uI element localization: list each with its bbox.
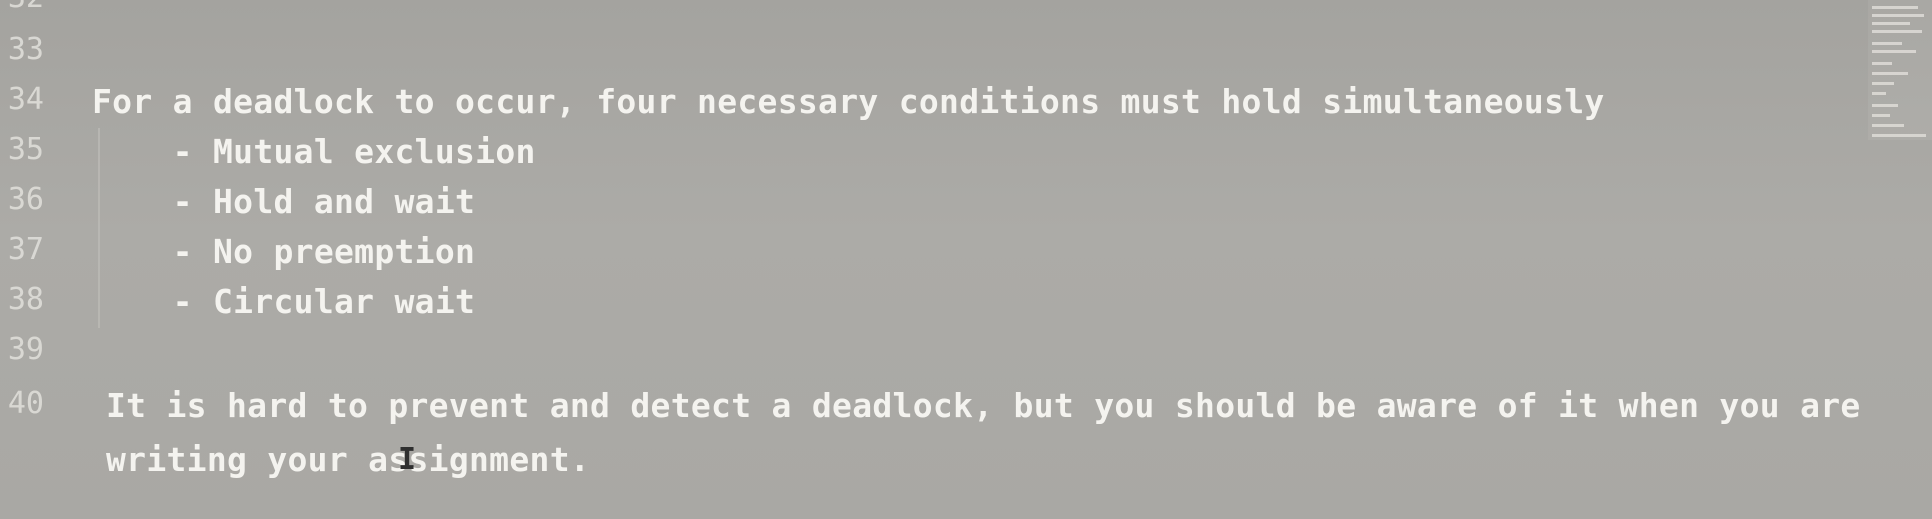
code-line-40-wrapped[interactable]: writing your assignment.: [106, 438, 590, 482]
minimap-line: [1872, 124, 1904, 127]
line-number: 32: [0, 0, 44, 18]
line-number: 38: [7, 282, 44, 317]
line-number: 36: [7, 182, 44, 217]
line-number: 35: [7, 132, 44, 167]
minimap-line: [1872, 50, 1916, 53]
minimap-line: [1872, 72, 1908, 75]
minimap-line: [1872, 62, 1892, 65]
line-number-gutter: 32 33 34 35 36 37 38 39 40: [0, 0, 60, 519]
line-number: 37: [7, 232, 44, 267]
code-line-37[interactable]: - No preemption: [92, 230, 475, 274]
code-line-40[interactable]: It is hard to prevent and detect a deadl…: [106, 384, 1861, 428]
line-number: 33: [7, 32, 44, 67]
code-line-34[interactable]: For a deadlock to occur, four necessary …: [92, 80, 1605, 124]
minimap-line: [1872, 82, 1894, 85]
minimap-line: [1872, 104, 1898, 107]
minimap-line: [1872, 42, 1902, 45]
minimap-slider[interactable]: [1868, 0, 1932, 140]
minimap-line: [1872, 134, 1926, 137]
code-line-38[interactable]: - Circular wait: [92, 280, 475, 324]
line-number: 39: [7, 332, 44, 367]
minimap-line: [1872, 6, 1918, 9]
line-number: 40: [7, 386, 44, 421]
minimap-line: [1872, 92, 1886, 95]
line-number: 34: [7, 82, 44, 117]
code-editor[interactable]: 32 33 34 35 36 37 38 39 40 For a deadloc…: [0, 0, 1932, 519]
minimap-line: [1872, 14, 1924, 17]
text-cursor-icon: I: [398, 442, 417, 477]
code-line-36[interactable]: - Hold and wait: [92, 180, 475, 224]
minimap-line: [1872, 114, 1890, 117]
minimap-line: [1872, 22, 1910, 25]
minimap-line: [1872, 30, 1922, 33]
minimap[interactable]: [1868, 0, 1932, 140]
code-line-35[interactable]: - Mutual exclusion: [92, 130, 536, 174]
